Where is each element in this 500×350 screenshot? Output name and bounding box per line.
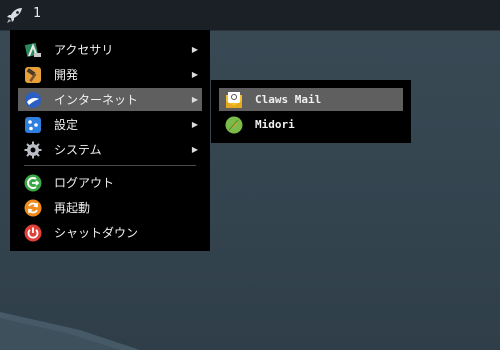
power-icon: [23, 223, 43, 243]
menu-item-logout[interactable]: ログアウト: [18, 171, 202, 194]
internet-submenu: Claws Mail Midori: [211, 80, 411, 143]
logout-icon: [23, 173, 43, 193]
menu-item-label: インターネット: [54, 93, 139, 107]
hammer-icon: [23, 65, 43, 85]
submenu-arrow-icon: ▶: [191, 120, 199, 129]
globe-icon: [23, 90, 43, 110]
menu-item-internet[interactable]: インターネット ▶: [18, 88, 202, 111]
accessories-icon: [23, 40, 43, 60]
menu-item-label: 開発: [54, 68, 79, 82]
settings-icon: [23, 115, 43, 135]
restart-icon: [23, 198, 43, 218]
menu-item-accessories[interactable]: アクセサリ ▶: [18, 38, 202, 61]
menu-item-shutdown[interactable]: シャットダウン: [18, 221, 202, 244]
menu-item-settings[interactable]: 設定 ▶: [18, 113, 202, 136]
menu-item-development[interactable]: 開発 ▶: [18, 63, 202, 86]
submenu-arrow-icon: ▶: [191, 95, 199, 104]
submenu-arrow-icon: ▶: [191, 70, 199, 79]
menu-item-label: Midori: [255, 118, 295, 131]
submenu-arrow-icon: ▶: [191, 45, 199, 54]
submenu-item-midori[interactable]: Midori: [219, 113, 403, 136]
menu-item-label: アクセサリ: [54, 43, 114, 57]
menu-item-label: 再起動: [54, 201, 91, 215]
submenu-item-claws-mail[interactable]: Claws Mail: [219, 88, 403, 111]
rocket-icon: [7, 8, 22, 23]
menu-item-restart[interactable]: 再起動: [18, 196, 202, 219]
menu-item-label: Claws Mail: [255, 93, 322, 106]
menu-item-label: 設定: [54, 118, 79, 132]
browser-icon: [224, 115, 244, 135]
menu-item-system[interactable]: システム ▶: [18, 138, 202, 161]
submenu-arrow-icon: ▶: [191, 145, 199, 154]
menu-separator: [24, 165, 196, 166]
gear-icon: [23, 140, 43, 160]
workspace-indicator[interactable]: 1: [33, 6, 41, 21]
top-panel: 1: [0, 0, 500, 31]
menu-item-label: ログアウト: [54, 176, 115, 190]
app-launcher-button[interactable]: [4, 4, 26, 26]
menu-item-label: シャットダウン: [54, 226, 139, 240]
mail-icon: [224, 90, 244, 110]
application-menu: アクセサリ ▶ 開発 ▶ インターネット ▶ 設定 ▶ システム ▶ ログアウト…: [10, 30, 210, 251]
menu-item-label: システム: [54, 143, 102, 157]
